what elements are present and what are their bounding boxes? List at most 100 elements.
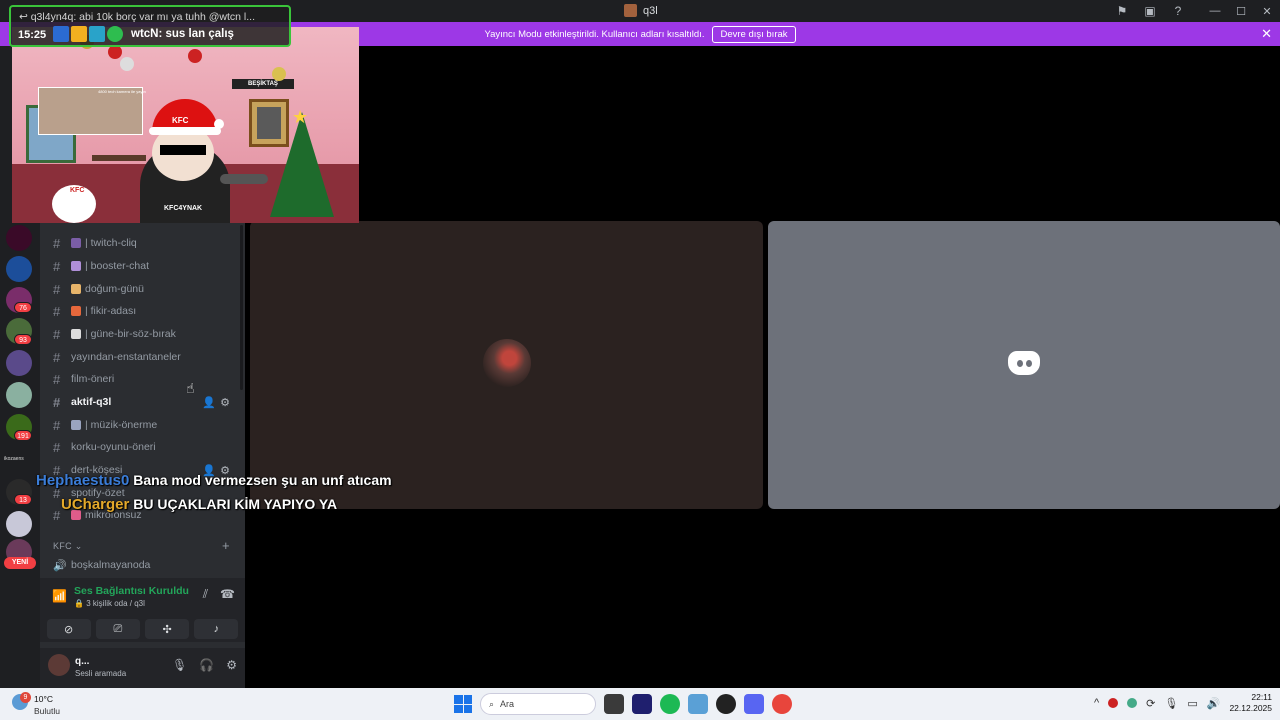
- channel-gune-bir-soz-birak[interactable]: # | güne-bir-söz-bırak: [46, 324, 236, 344]
- invite-icon[interactable]: 👤: [202, 396, 216, 409]
- unread-badge: 93: [14, 334, 32, 345]
- reply-line: ↩ q3l4yn4q: abi 10k borç var mı ya tuhh …: [19, 11, 255, 23]
- start-button[interactable]: [454, 695, 472, 713]
- noise-suppression-icon[interactable]: ⫽: [203, 587, 208, 602]
- volume-icon[interactable]: 🔊: [1207, 697, 1221, 710]
- soundboard-icon[interactable]: ♪: [194, 619, 239, 639]
- server-icon[interactable]: [6, 382, 32, 408]
- notification-count: 9: [20, 692, 31, 703]
- app-icon[interactable]: [688, 694, 708, 714]
- channel-name: korku-oyunu-öneri: [71, 441, 156, 453]
- help-icon[interactable]: ?: [1164, 0, 1192, 22]
- spotify-icon[interactable]: [660, 694, 680, 714]
- team-sign: BEŞİKTAŞ: [232, 79, 294, 89]
- hash-icon: #: [53, 394, 61, 410]
- search-box[interactable]: ⌕ Ara: [480, 693, 596, 715]
- badge-icon: [89, 26, 105, 42]
- snowman-text: KFC: [70, 187, 85, 194]
- channel-korku-oyunu-oneri[interactable]: # korku-oyunu-öneri: [46, 437, 236, 457]
- channel-yayindan-enstantaneler[interactable]: # yayından-enstantaneler: [46, 347, 236, 367]
- gear-icon[interactable]: ⚙: [226, 658, 237, 672]
- screen-share-icon[interactable]: ⎚: [95, 619, 140, 639]
- channel-film-oneri[interactable]: # film-öneri: [46, 369, 236, 389]
- search-icon: ⌕: [489, 698, 495, 709]
- signal-icon: 📶: [52, 589, 67, 603]
- server-icon[interactable]: [6, 511, 32, 537]
- flag-icon[interactable]: ⚑: [1108, 0, 1136, 22]
- server-icon[interactable]: [6, 225, 32, 251]
- channel-twitch-cliq[interactable]: # | twitch-cliq: [46, 233, 236, 253]
- chrome-icon[interactable]: [772, 694, 792, 714]
- channel-name: | müzik-önerme: [85, 419, 158, 431]
- avatar[interactable]: [48, 654, 70, 676]
- discord-icon[interactable]: [744, 694, 764, 714]
- channel-aktif-q3l[interactable]: # aktif-q3l 👤 ⚙: [46, 392, 236, 412]
- voice-channel-boskalmayanoda[interactable]: 🔊 boşkalmayanoda: [46, 555, 236, 575]
- microphone-icon[interactable]: 🎙: [172, 658, 187, 672]
- reply-icon: ↩: [19, 11, 31, 23]
- chat-message: wtcN: sus lan çalış: [131, 28, 234, 40]
- premiere-icon[interactable]: [632, 694, 652, 714]
- unread-badge: 13: [14, 494, 32, 505]
- hash-icon: #: [53, 349, 61, 365]
- clock[interactable]: 22:11 22.12.2025: [1229, 692, 1272, 714]
- video-tile-stream[interactable]: [768, 221, 1280, 509]
- minimize-button[interactable]: —: [1202, 0, 1228, 22]
- hash-icon: #: [53, 235, 61, 251]
- channel-name: aktif-q3l: [71, 396, 112, 408]
- channel-name: | booster-chat: [85, 260, 150, 272]
- tray-app-icon[interactable]: [1108, 698, 1119, 708]
- discord-window: q3l ⚑ ▣ ? — ☐ ✕ Yayıncı Modu etkinleştir…: [0, 0, 1280, 720]
- video-tile-user[interactable]: [250, 221, 763, 509]
- voice-room: 🔒 3 kişilik oda / q3l: [74, 599, 145, 608]
- hash-icon: #: [53, 371, 61, 387]
- search-placeholder: Ara: [500, 699, 515, 709]
- gear-icon[interactable]: ⚙: [220, 396, 230, 409]
- channel-muzik-onerme[interactable]: # | müzik-önerme: [46, 415, 236, 435]
- category-header[interactable]: KFC ⌄: [53, 541, 83, 552]
- channel-emoji-icon: [71, 261, 81, 271]
- close-window-button[interactable]: ✕: [1254, 0, 1280, 22]
- user-status: Sesli aramada: [75, 669, 127, 678]
- close-icon[interactable]: ✕: [1261, 26, 1272, 42]
- overlay-chat-text: Bana mod vermezsen şu an unf atıcam: [133, 472, 392, 488]
- channel-dogum-gunu[interactable]: # doğum-günü: [46, 279, 236, 299]
- server-icon[interactable]: [6, 350, 32, 376]
- add-channel-icon[interactable]: +: [222, 538, 230, 553]
- tray-app-icon[interactable]: [1127, 698, 1138, 708]
- network-icon[interactable]: ▭: [1187, 697, 1197, 710]
- server-icon[interactable]: [6, 256, 32, 282]
- obs-icon[interactable]: [716, 694, 736, 714]
- chat-text: sus lan çalış: [165, 28, 234, 40]
- channel-booster-chat[interactable]: # | booster-chat: [46, 256, 236, 276]
- headphones-icon[interactable]: 🎧: [199, 658, 214, 672]
- hand-cursor-icon: ☝: [186, 380, 195, 396]
- channel-fikir-adasi[interactable]: # | fikir-adası: [46, 301, 236, 321]
- microphone-icon[interactable]: 🎙: [1164, 697, 1178, 710]
- overlay-chat-message: UCharger BU UÇAKLARI KİM YAPIYO YA: [61, 496, 337, 513]
- scrollbar[interactable]: [240, 225, 243, 390]
- stream-overlay: 4800 tech kamera ile yayın BEŞİKTAŞ ★ KF…: [12, 27, 359, 223]
- temperature: 10°C: [34, 694, 53, 704]
- inbox-icon[interactable]: ▣: [1136, 0, 1164, 22]
- activities-icon[interactable]: ✣: [145, 619, 190, 639]
- voice-status[interactable]: Ses Bağlantısı Kuruldu: [74, 585, 189, 597]
- channel-name: doğum-günü: [85, 283, 144, 295]
- speaker-icon: 🔊: [53, 559, 67, 572]
- disable-streamer-mode-button[interactable]: Devre dışı bırak: [712, 25, 796, 43]
- chevron-up-icon[interactable]: ^: [1094, 697, 1099, 709]
- sync-icon[interactable]: ⟳: [1146, 697, 1155, 710]
- disconnect-icon[interactable]: ☎: [220, 587, 235, 602]
- task-view-icon[interactable]: [604, 694, 624, 714]
- chat-time: 15:25: [18, 29, 47, 41]
- hash-icon: #: [53, 303, 61, 319]
- folder-label: ikozaens: [4, 456, 24, 462]
- cake-icon: [71, 284, 81, 294]
- new-badge: YENİ: [4, 557, 36, 569]
- maximize-button[interactable]: ☐: [1228, 0, 1254, 22]
- channel-emoji-icon: [71, 238, 81, 248]
- microphone-image: [220, 174, 268, 184]
- camera-off-icon[interactable]: ⊘: [46, 619, 91, 639]
- banner-message: Yayıncı Modu etkinleştirildi. Kullanıcı …: [484, 28, 705, 40]
- overlay-chat-message: Hephaestus0 Bana mod vermezsen şu an unf…: [36, 472, 392, 489]
